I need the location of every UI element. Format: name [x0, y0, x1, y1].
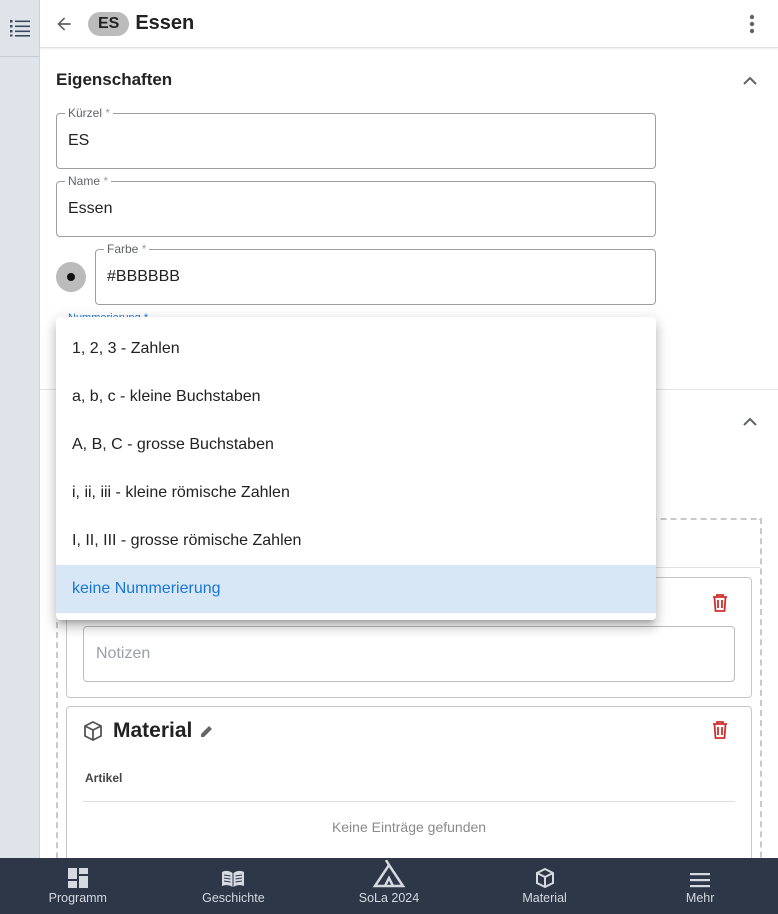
toc-toggle-button[interactable]	[0, 0, 40, 57]
trash-icon	[713, 721, 727, 739]
section-title-properties: Eigenschaften	[56, 70, 173, 89]
book-open-icon	[222, 870, 245, 887]
table-divider	[83, 801, 735, 802]
delete-notes-button[interactable]	[709, 592, 731, 614]
package-icon	[535, 868, 554, 888]
nav-label-material: Material	[522, 891, 567, 905]
category-chip: ES	[88, 11, 130, 36]
more-menu-button[interactable]	[740, 12, 764, 36]
list-icon	[10, 20, 30, 37]
farbe-field[interactable]: Farbe * #BBBBBB	[95, 242, 656, 305]
name-value: Essen	[68, 200, 113, 217]
color-swatch-button[interactable]	[56, 262, 86, 292]
nav-label-programm: Programm	[48, 891, 107, 905]
nav-item-material[interactable]: Material	[467, 858, 623, 914]
more-vert-icon	[749, 14, 755, 34]
nav-item-sola[interactable]: SoLa 2024	[311, 858, 467, 914]
color-dot-icon	[67, 273, 75, 281]
nav-item-mehr[interactable]: Mehr	[622, 858, 778, 914]
collapse-content-button[interactable]	[740, 411, 760, 431]
app-bar: ES Essen	[40, 0, 778, 48]
side-rail	[0, 0, 40, 858]
delete-material-button[interactable]	[709, 719, 731, 741]
farbe-value: #BBBBBB	[107, 268, 180, 285]
menu-item-uppercase-roman[interactable]: I, II, III - grosse römische Zahlen	[56, 517, 656, 565]
edit-pencil-icon[interactable]	[200, 724, 214, 738]
tent-icon	[372, 860, 406, 888]
name-field[interactable]: Name * Essen	[56, 174, 656, 237]
chevron-up-icon	[743, 417, 757, 426]
nav-label-sola: SoLa 2024	[358, 891, 420, 905]
numbering-dropdown-menu: 1, 2, 3 - Zahlen a, b, c - kleine Buchst…	[56, 317, 656, 620]
menu-item-numbers[interactable]: 1, 2, 3 - Zahlen	[56, 325, 656, 373]
menu-item-lowercase-roman[interactable]: i, ii, iii - kleine römische Zahlen	[56, 469, 656, 517]
nav-label-mehr: Mehr	[685, 891, 715, 905]
notes-input[interactable]: Notizen	[83, 626, 735, 682]
material-card: Material Artikel Keine Einträge gefunden	[66, 706, 752, 858]
arrow-left-icon	[57, 16, 71, 31]
nav-item-programm[interactable]: Programm	[0, 858, 156, 914]
column-header-artikel: Artikel	[85, 771, 123, 785]
chevron-up-icon	[743, 76, 757, 85]
empty-state-text: Keine Einträge gefunden	[331, 819, 487, 835]
collapse-properties-button[interactable]	[740, 70, 760, 90]
trash-icon	[713, 594, 727, 612]
kuerzel-field[interactable]: Kürzel * ES	[56, 106, 656, 169]
back-button[interactable]	[40, 0, 88, 48]
page-title: Essen	[135, 12, 195, 34]
kuerzel-value: ES	[68, 132, 90, 149]
menu-item-uppercase-letters[interactable]: A, B, C - grosse Buchstaben	[56, 421, 656, 469]
dashboard-icon	[67, 868, 88, 888]
package-icon	[84, 721, 102, 741]
menu-icon	[690, 873, 711, 888]
menu-item-lowercase-letters[interactable]: a, b, c - kleine Buchstaben	[56, 373, 656, 421]
nav-item-geschichte[interactable]: Geschichte	[156, 858, 312, 914]
bottom-navigation: Programm Geschichte SoLa 2024 Material M…	[0, 858, 778, 914]
material-title: Material	[113, 719, 193, 742]
nav-label-geschichte: Geschichte	[202, 891, 265, 905]
menu-item-no-numbering[interactable]: keine Nummerierung	[56, 565, 656, 613]
